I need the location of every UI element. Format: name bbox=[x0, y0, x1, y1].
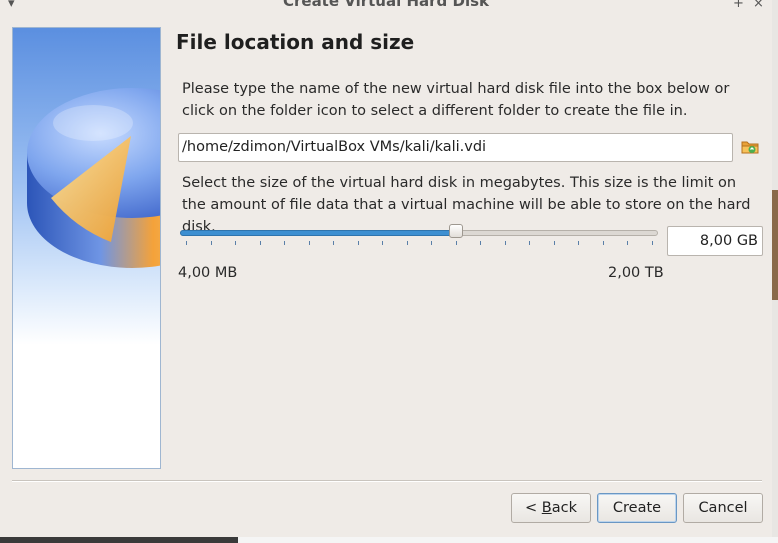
slider-tick bbox=[210, 241, 212, 245]
slider-tick bbox=[455, 241, 457, 245]
file-path-input[interactable]: /home/zdimon/VirtualBox VMs/kali/kali.vd… bbox=[178, 133, 733, 162]
choose-folder-button[interactable] bbox=[740, 137, 760, 157]
slider-tick bbox=[308, 241, 310, 245]
slider-tick bbox=[504, 241, 506, 245]
slider-tick bbox=[284, 241, 286, 245]
slider-tick bbox=[553, 241, 555, 245]
slider-tick bbox=[431, 241, 433, 245]
slider-tick bbox=[235, 241, 237, 245]
button-separator bbox=[12, 480, 762, 482]
slider-handle[interactable] bbox=[449, 224, 464, 238]
slider-ticks bbox=[178, 241, 660, 247]
slider-tick bbox=[186, 241, 187, 245]
close-icon[interactable]: × bbox=[753, 0, 764, 11]
back-button[interactable]: < Back bbox=[511, 493, 591, 523]
size-slider[interactable] bbox=[178, 224, 660, 248]
back-button-label: ack bbox=[551, 500, 577, 516]
slider-tick bbox=[382, 241, 384, 245]
hard-disk-pie-icon bbox=[27, 88, 160, 268]
plus-icon[interactable]: + bbox=[733, 0, 744, 11]
slider-tick bbox=[529, 241, 531, 245]
wizard-illustration bbox=[12, 27, 161, 469]
create-button[interactable]: Create bbox=[597, 493, 677, 523]
window-title: Create Virtual Hard Disk bbox=[282, 0, 489, 10]
slider-tick bbox=[333, 241, 335, 245]
slider-tick bbox=[406, 241, 408, 245]
slider-max-label: 2,00 TB bbox=[608, 265, 664, 281]
desktop-taskbar-edge bbox=[0, 537, 238, 543]
back-button-mnemonic: B bbox=[541, 500, 552, 516]
slider-tick bbox=[627, 241, 629, 245]
desktop-background-strip bbox=[772, 190, 778, 300]
title-bar[interactable]: ▾ Create Virtual Hard Disk + × bbox=[0, 0, 772, 12]
page-title: File location and size bbox=[176, 30, 415, 54]
slider-fill bbox=[180, 230, 457, 236]
size-value-input[interactable]: 8,00 GB bbox=[667, 226, 763, 256]
slider-min-label: 4,00 MB bbox=[178, 265, 238, 281]
slider-tick bbox=[259, 241, 261, 245]
slider-tick bbox=[602, 241, 604, 245]
cancel-button[interactable]: Cancel bbox=[683, 493, 763, 523]
slider-tick bbox=[480, 241, 482, 245]
back-button-prefix: < bbox=[525, 500, 542, 516]
slider-tick bbox=[357, 241, 359, 245]
slider-tick bbox=[578, 241, 580, 245]
location-description: Please type the name of the new virtual … bbox=[182, 81, 730, 119]
slider-tick bbox=[652, 241, 653, 245]
folder-icon bbox=[741, 141, 759, 154]
dialog-window: ▾ Create Virtual Hard Disk + × File loca… bbox=[0, 0, 772, 537]
